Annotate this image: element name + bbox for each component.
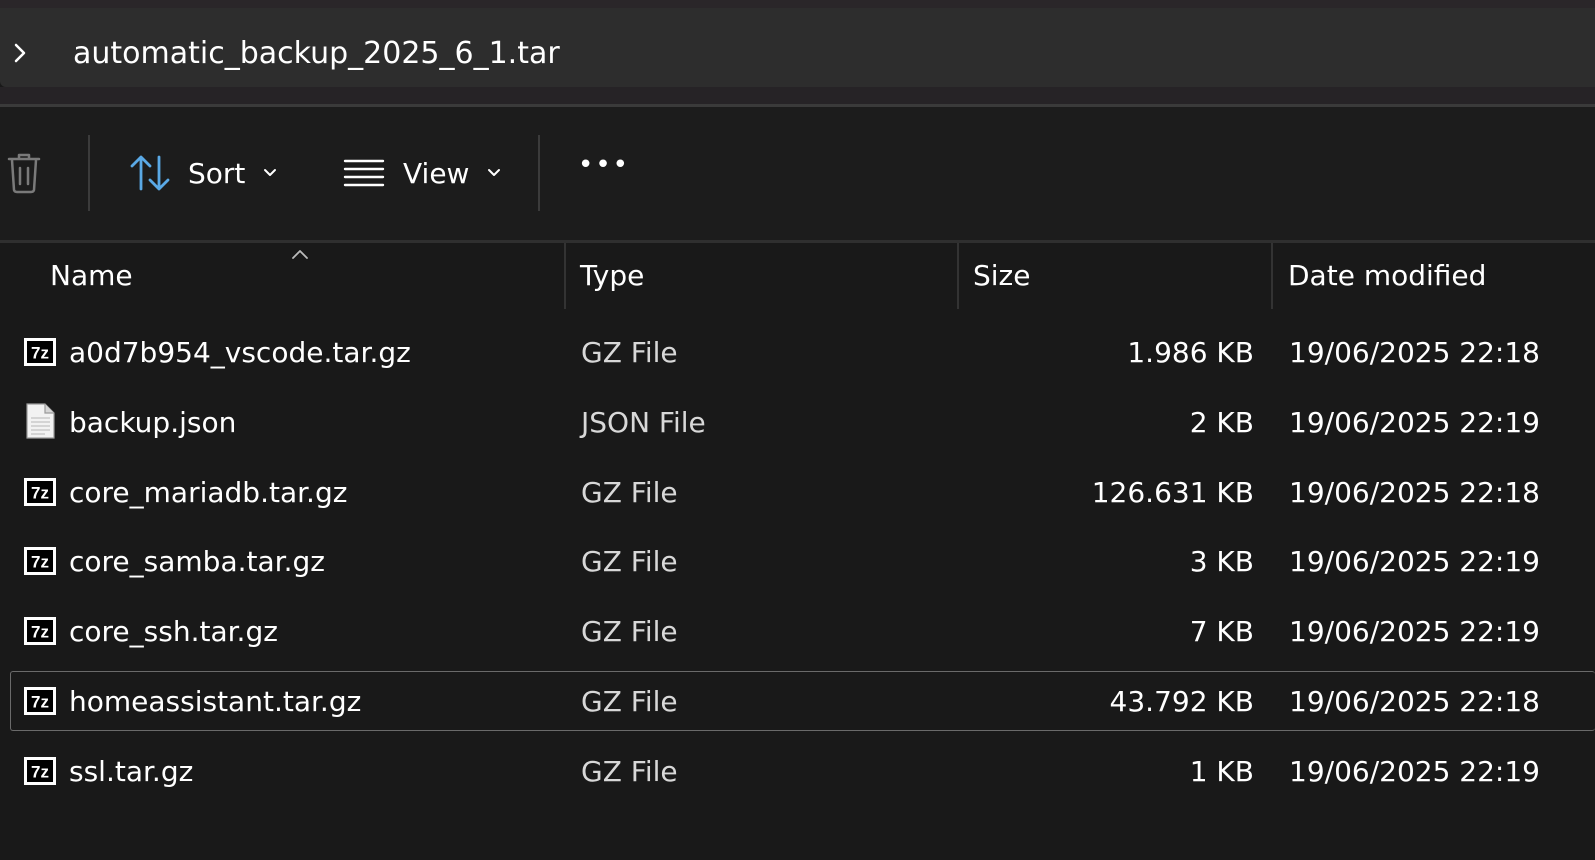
7z-archive-icon: 7z [23,616,57,648]
file-type: GZ File [581,475,678,509]
file-size: 126.631 KB [1091,475,1254,509]
7z-archive-icon: 7z [23,337,57,369]
file-name: backup.json [69,405,237,439]
table-row[interactable]: 7z core_samba.tar.gz GZ File 3 KB 19/06/2025… [10,531,1595,591]
file-type: JSON File [581,405,706,439]
chevron-down-icon [488,169,501,176]
more-options-button[interactable]: ••• [578,150,630,180]
file-date-modified: 19/06/2025 22:19 [1289,405,1540,439]
file-name: core_samba.tar.gz [69,545,325,579]
file-date-modified: 19/06/2025 22:19 [1289,615,1540,649]
column-resize-handle[interactable] [564,243,566,309]
file-type: GZ File [581,336,678,369]
table-row[interactable]: 7z a0d7b954_vscode.tar.gz GZ File 1.986 KB 1… [10,322,1595,382]
column-resize-handle[interactable] [1271,243,1273,309]
file-size: 43.792 KB [1109,685,1254,718]
document-icon [23,403,57,439]
trash-icon [7,153,41,194]
view-label: View [403,156,470,190]
7z-archive-icon: 7z [23,546,57,578]
file-name: core_ssh.tar.gz [69,615,278,649]
file-type: GZ File [581,685,678,718]
address-path[interactable]: automatic_backup_2025_6_1.tar [73,34,560,74]
file-size: 1 KB [1189,754,1254,788]
list-view-icon [343,159,385,187]
delete-button[interactable] [6,152,42,194]
view-button[interactable]: View [343,153,501,193]
address-bar[interactable]: automatic_backup_2025_6_1.tar [0,8,1595,87]
icon-text: 7z [31,553,49,572]
icon-text: 7z [31,344,49,363]
file-date-modified: 19/06/2025 22:18 [1289,475,1540,509]
file-name: core_mariadb.tar.gz [69,475,348,509]
file-date-modified: 19/06/2025 22:18 [1289,685,1540,718]
table-row[interactable]: 7z core_mariadb.tar.gz GZ File 126.631 KB 19… [10,462,1595,522]
7z-archive-icon: 7z [23,756,57,788]
file-type: GZ File [581,615,678,649]
file-size: 2 KB [1189,405,1254,439]
file-type: GZ File [581,545,678,579]
toolbar-separator [88,135,90,211]
file-name: homeassistant.tar.gz [69,685,362,718]
table-row[interactable]: 7z core_ssh.tar.gz GZ File 7 KB 19/06/2025 2… [10,601,1595,661]
table-row[interactable]: 7z ssl.tar.gz GZ File 1 KB 19/06/2025 22:19 [10,741,1595,801]
toolbar-separator [538,135,540,211]
file-name: ssl.tar.gz [69,754,194,788]
file-date-modified: 19/06/2025 22:19 [1289,754,1540,788]
icon-text: 7z [31,693,49,712]
column-header: Name Type Size Date modified [0,243,1595,309]
sort-arrows-icon [130,155,170,191]
file-type: GZ File [581,754,678,788]
icon-text: 7z [31,762,49,781]
file-size: 7 KB [1189,615,1254,649]
file-date-modified: 19/06/2025 22:18 [1289,336,1540,369]
column-type[interactable]: Type [580,259,644,292]
table-row[interactable]: backup.json JSON File 2 KB 19/06/2025 22:19 [10,392,1595,452]
column-resize-handle[interactable] [957,243,959,309]
file-name: a0d7b954_vscode.tar.gz [69,336,411,369]
sort-button[interactable]: Sort [128,153,277,193]
sort-label: Sort [188,156,246,190]
title-strip [0,0,1595,8]
chevron-down-icon [264,169,277,176]
column-name[interactable]: Name [50,259,133,292]
column-date-modified[interactable]: Date modified [1288,259,1486,292]
file-size: 1.986 KB [1127,336,1254,369]
table-row[interactable]: 7z homeassistant.tar.gz GZ File 43.792 KB 19… [10,671,1595,731]
icon-text: 7z [31,623,49,642]
file-date-modified: 19/06/2025 22:19 [1289,545,1540,579]
file-size: 3 KB [1189,545,1254,579]
more-icon: ••• [578,150,631,180]
column-size[interactable]: Size [973,259,1030,292]
icon-text: 7z [31,483,49,502]
7z-archive-icon: 7z [23,686,57,718]
chevron-right-icon[interactable] [10,38,30,68]
7z-archive-icon: 7z [23,477,57,509]
